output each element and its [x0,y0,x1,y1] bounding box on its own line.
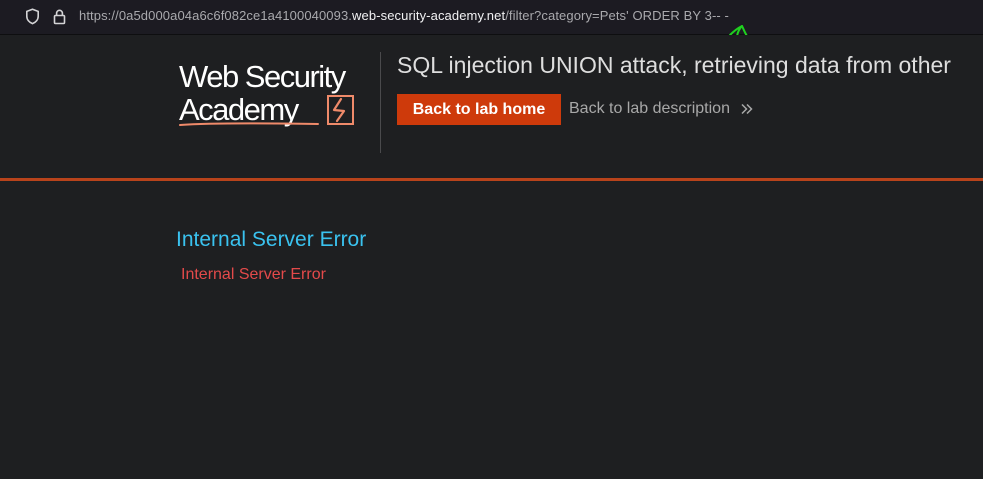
url-path: /filter?category=Pets' ORDER BY 3-- - [505,8,729,23]
browser-url-bar[interactable]: https://0a5d000a04a6c6f082ce1a4100040093… [0,0,983,35]
url-prefix: https://0a5d000a04a6c6f082ce1a4100040093… [79,8,353,23]
back-to-lab-description-label: Back to lab description [569,100,730,117]
logo-line1: Web Security [179,59,347,94]
url-text[interactable]: https://0a5d000a04a6c6f082ce1a4100040093… [79,8,729,23]
logo-line2: Academy [179,92,300,127]
web-security-academy-logo[interactable]: Web Security Academy [178,57,378,129]
back-to-lab-home-button[interactable]: Back to lab home [397,94,561,125]
lock-icon[interactable] [53,8,66,25]
lab-title: SQL injection UNION attack, retrieving d… [397,52,951,78]
error-message: Internal Server Error [181,266,326,283]
error-heading: Internal Server Error [176,228,367,251]
url-host: web-security-academy.net [352,8,506,23]
back-to-lab-description-link[interactable]: Back to lab description [569,100,754,118]
header-rule [0,178,983,181]
shield-icon[interactable] [25,8,40,25]
header-divider [380,52,381,118]
double-chevron-right-icon [741,103,753,114]
